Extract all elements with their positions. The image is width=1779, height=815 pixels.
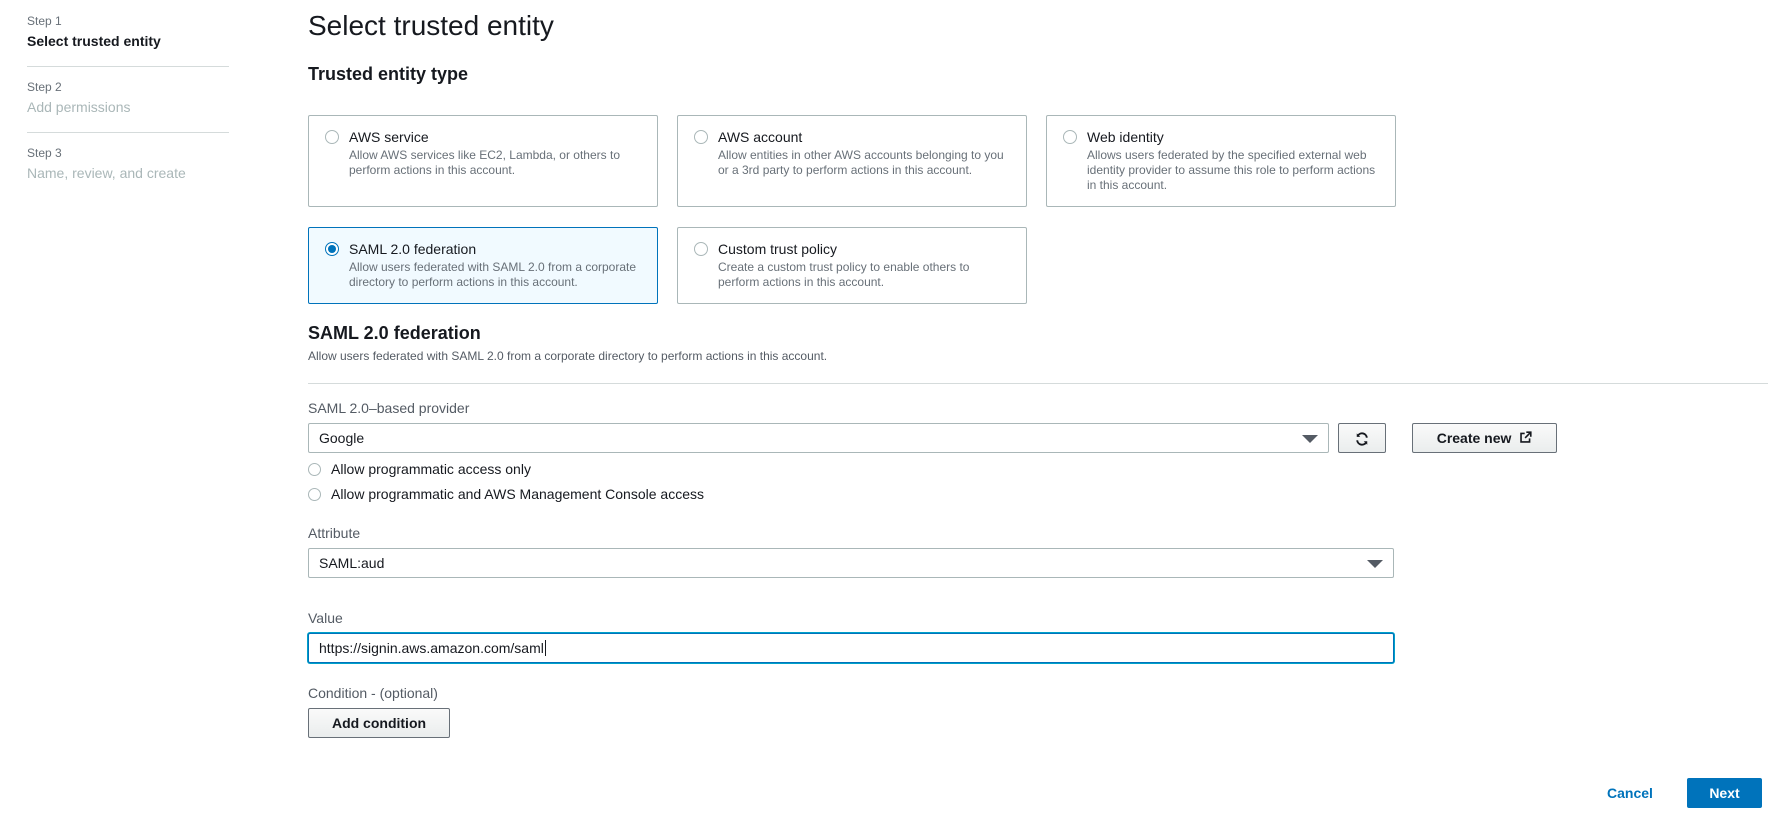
- page-title: Select trusted entity: [308, 10, 554, 41]
- attribute-select-value: SAML:aud: [319, 555, 385, 571]
- radio-button[interactable]: [325, 130, 339, 144]
- access-option-label: Allow programmatic and AWS Management Co…: [331, 486, 704, 502]
- radio-button[interactable]: [694, 242, 708, 256]
- tile-title: AWS account: [718, 129, 803, 145]
- access-option-programmatic[interactable]: Allow programmatic access only: [308, 460, 531, 478]
- tile-title: Web identity: [1087, 129, 1164, 145]
- external-link-icon: [1520, 431, 1532, 443]
- step-number: Step 3: [27, 146, 62, 160]
- tile-web-identity[interactable]: Web identity Allows users federated by t…: [1046, 115, 1396, 207]
- tile-description: Allows users federated by the specified …: [1087, 148, 1376, 192]
- value-input-text: https://signin.aws.amazon.com/saml: [319, 640, 544, 656]
- provider-label: SAML 2.0–based provider: [308, 400, 470, 416]
- tile-description: Allow users federated with SAML 2.0 from…: [349, 260, 637, 289]
- step-number: Step 1: [27, 14, 62, 28]
- attribute-label: Attribute: [308, 525, 361, 541]
- step-1: Step 1 Select trusted entity: [27, 14, 229, 67]
- cancel-button[interactable]: Cancel: [1607, 778, 1653, 808]
- radio-button[interactable]: [1063, 130, 1077, 144]
- tile-description: Allow AWS services like EC2, Lambda, or …: [349, 148, 620, 177]
- tile-title: AWS service: [349, 129, 429, 145]
- refresh-button[interactable]: [1338, 423, 1386, 453]
- access-option-console[interactable]: Allow programmatic and AWS Management Co…: [308, 485, 704, 503]
- step-title: Name, review, and create: [27, 165, 186, 181]
- divider: [308, 383, 1768, 384]
- next-button[interactable]: Next: [1687, 778, 1762, 808]
- condition-label: Condition - (optional): [308, 685, 438, 701]
- tile-saml-federation[interactable]: SAML 2.0 federation Allow users federate…: [308, 227, 658, 304]
- step-number: Step 2: [27, 80, 62, 94]
- tile-description: Create a custom trust policy to enable o…: [718, 260, 970, 289]
- step-2: Step 2 Add permissions: [27, 80, 229, 133]
- step-3: Step 3 Name, review, and create: [27, 146, 229, 198]
- radio-button[interactable]: [308, 463, 321, 476]
- tile-custom-trust-policy[interactable]: Custom trust policy Create a custom trus…: [677, 227, 1027, 304]
- wizard-steps: Step 1 Select trusted entity Step 2 Add …: [27, 14, 229, 211]
- chevron-down-icon: [1367, 560, 1383, 568]
- step-title: Add permissions: [27, 99, 131, 115]
- provider-select-value: Google: [319, 430, 365, 446]
- page: Step 1 Select trusted entity Step 2 Add …: [0, 0, 1779, 815]
- radio-button[interactable]: [308, 488, 321, 501]
- tile-title: Custom trust policy: [718, 241, 838, 257]
- create-new-button[interactable]: Create new: [1412, 423, 1557, 453]
- create-new-label: Create new: [1436, 430, 1512, 446]
- radio-button-selected[interactable]: [325, 242, 339, 256]
- value-label: Value: [308, 610, 343, 626]
- value-input[interactable]: https://signin.aws.amazon.com/saml: [308, 633, 1394, 663]
- step-title: Select trusted entity: [27, 33, 161, 49]
- access-option-label: Allow programmatic access only: [331, 461, 531, 477]
- saml-section-header: SAML 2.0 federation Allow users federate…: [308, 322, 827, 364]
- provider-select[interactable]: Google: [308, 423, 1329, 453]
- saml-section-title: SAML 2.0 federation: [308, 323, 481, 343]
- tile-description: Allow entities in other AWS accounts bel…: [718, 148, 1004, 177]
- add-condition-button[interactable]: Add condition: [308, 708, 450, 738]
- radio-button[interactable]: [694, 130, 708, 144]
- chevron-down-icon: [1302, 435, 1318, 443]
- saml-section-description: Allow users federated with SAML 2.0 from…: [308, 349, 828, 363]
- text-cursor: [544, 640, 546, 656]
- tile-title: SAML 2.0 federation: [349, 241, 477, 257]
- tile-aws-service[interactable]: AWS service Allow AWS services like EC2,…: [308, 115, 658, 207]
- section-title: Trusted entity type: [308, 64, 469, 84]
- refresh-icon: [1356, 432, 1368, 446]
- attribute-select[interactable]: SAML:aud: [308, 548, 1394, 578]
- tile-aws-account[interactable]: AWS account Allow entities in other AWS …: [677, 115, 1027, 207]
